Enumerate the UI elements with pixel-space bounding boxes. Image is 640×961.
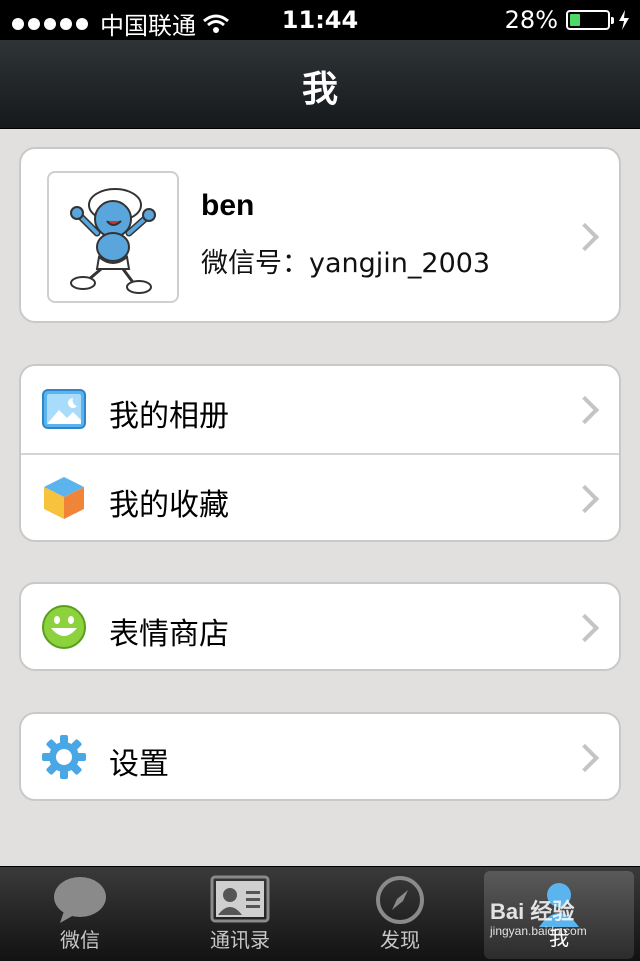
chat-bubble-icon bbox=[54, 877, 106, 923]
gear-icon bbox=[42, 735, 86, 779]
menu-item-settings[interactable]: 设置 bbox=[21, 714, 619, 799]
tab-label: 发现 bbox=[380, 928, 420, 952]
favorites-label: 我的收藏 bbox=[109, 488, 229, 523]
tab-contacts[interactable]: 通讯录 bbox=[160, 867, 320, 961]
avatar[interactable] bbox=[47, 171, 179, 303]
menu-item-sticker-store[interactable]: 表情商店 bbox=[21, 584, 619, 669]
collections-group: 我的相册 我的收藏 bbox=[19, 364, 621, 542]
chevron-right-icon bbox=[570, 484, 600, 514]
status-bar: 中国联通 11:44 28% bbox=[0, 0, 640, 40]
contacts-card-icon bbox=[210, 875, 270, 923]
settings-label: 设置 bbox=[109, 747, 169, 782]
watermark-logo: Bai 经验 jingyan.baidu.com bbox=[490, 900, 635, 950]
charging-bolt-icon bbox=[619, 10, 629, 30]
settings-group: 设置 bbox=[19, 712, 621, 801]
profile-name: ben bbox=[201, 189, 255, 222]
tab-discover[interactable]: 发现 bbox=[320, 867, 480, 961]
tab-label: 微信 bbox=[60, 928, 100, 952]
watermark-url: jingyan.baidu.com bbox=[490, 924, 587, 938]
smiley-face-icon bbox=[42, 605, 86, 649]
watermark-text: Bai 经验 bbox=[490, 899, 575, 924]
battery-icon bbox=[566, 10, 614, 30]
chevron-right-icon bbox=[570, 613, 600, 643]
chevron-right-icon bbox=[570, 395, 600, 425]
smurf-avatar-image bbox=[70, 188, 156, 294]
tab-label: 通讯录 bbox=[210, 928, 270, 952]
album-label: 我的相册 bbox=[109, 399, 229, 434]
chevron-right-icon bbox=[570, 222, 600, 252]
navigation-bar: 我 bbox=[0, 40, 640, 129]
photo-album-icon bbox=[42, 389, 86, 429]
compass-icon bbox=[376, 876, 424, 924]
chevron-right-icon bbox=[570, 743, 600, 773]
menu-item-album[interactable]: 我的相册 bbox=[21, 366, 619, 452]
page-title: 我 bbox=[301, 69, 338, 110]
wechat-id: 微信号：yangjin_2003 bbox=[201, 248, 491, 279]
battery-percentage: 28% bbox=[504, 6, 558, 34]
cube-icon bbox=[44, 477, 84, 519]
sticker-store-label: 表情商店 bbox=[109, 617, 229, 652]
battery-status: 28% bbox=[505, 6, 630, 34]
tab-chats[interactable]: 微信 bbox=[0, 867, 160, 961]
menu-item-favorites[interactable]: 我的收藏 bbox=[21, 455, 619, 540]
sticker-group: 表情商店 bbox=[19, 582, 621, 671]
profile-card[interactable]: ben 微信号：yangjin_2003 bbox=[19, 147, 621, 323]
